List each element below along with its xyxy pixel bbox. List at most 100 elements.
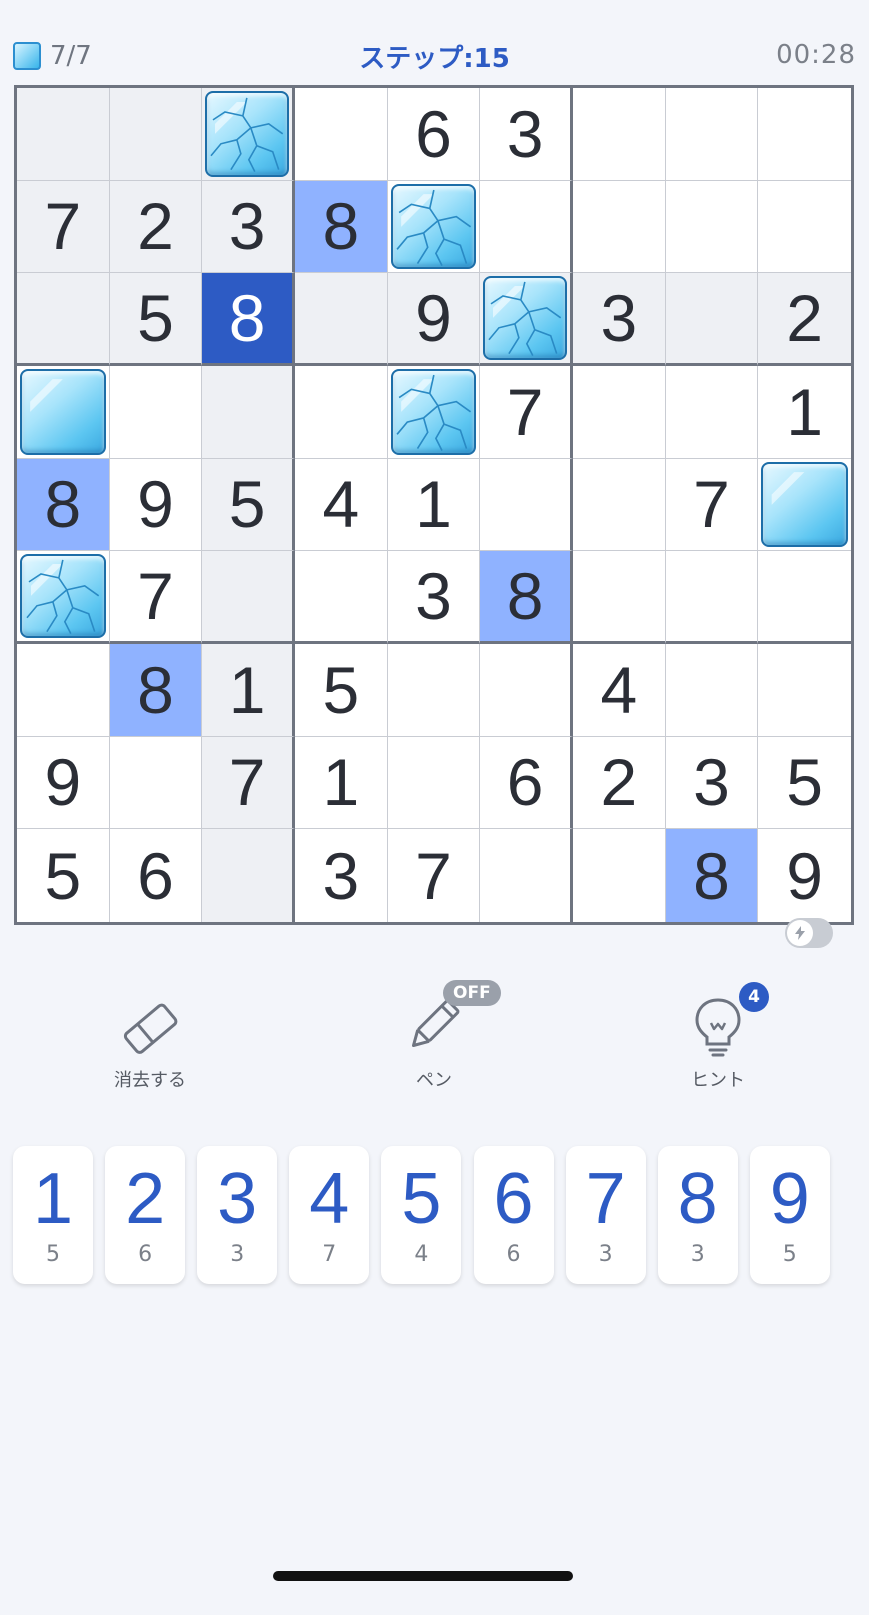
board-cell[interactable]: 3: [665, 736, 759, 830]
board-cell[interactable]: 3: [480, 88, 573, 181]
board-cell[interactable]: 3: [387, 551, 481, 644]
digit-key-5[interactable]: 54: [381, 1146, 462, 1284]
erase-button[interactable]: 消去する: [80, 990, 220, 1092]
digit-key-6[interactable]: 66: [473, 1146, 554, 1284]
board-cell[interactable]: 1: [758, 365, 851, 459]
board-cell[interactable]: 9: [109, 458, 203, 552]
board-cell[interactable]: 9: [17, 736, 110, 830]
board-cell[interactable]: 5: [202, 458, 295, 552]
board-cell[interactable]: [202, 829, 295, 922]
board-cell[interactable]: [758, 88, 851, 181]
board-cell[interactable]: 2: [109, 180, 203, 274]
board-cell[interactable]: [572, 180, 666, 274]
board-cell[interactable]: 8: [202, 273, 295, 366]
board-cell[interactable]: 7: [17, 180, 110, 274]
board-cell[interactable]: [109, 88, 203, 181]
board-cell[interactable]: [665, 551, 759, 644]
cracked-ice-block: [205, 91, 289, 177]
board-cell[interactable]: 8: [294, 180, 388, 274]
hint-button[interactable]: 4 ヒント: [648, 982, 788, 1092]
board-cell[interactable]: [665, 273, 759, 366]
board-cell[interactable]: 5: [109, 273, 203, 366]
digit-key-7[interactable]: 73: [565, 1146, 646, 1284]
board-cell[interactable]: [572, 458, 666, 552]
cell-digit: 1: [786, 374, 824, 449]
cell-digit: 5: [786, 745, 824, 820]
digit-key-4[interactable]: 47: [289, 1146, 370, 1284]
board-cell[interactable]: [758, 643, 851, 737]
board-cell[interactable]: 2: [572, 736, 666, 830]
board-cell[interactable]: [665, 88, 759, 181]
board-cell[interactable]: [758, 458, 851, 552]
board-cell[interactable]: [480, 829, 573, 922]
board-cell[interactable]: 4: [294, 458, 388, 552]
board-cell[interactable]: 8: [665, 829, 759, 922]
digit-key-2[interactable]: 26: [105, 1146, 186, 1284]
board-cell[interactable]: [572, 551, 666, 644]
digit-key-9[interactable]: 95: [749, 1146, 830, 1284]
board-cell[interactable]: 2: [758, 273, 851, 366]
board-cell[interactable]: [17, 551, 110, 644]
board-cell[interactable]: [480, 180, 573, 274]
board-cell[interactable]: [294, 551, 388, 644]
board-cell[interactable]: [202, 551, 295, 644]
board-cell[interactable]: 1: [294, 736, 388, 830]
board-cell[interactable]: [109, 365, 203, 459]
board-cell[interactable]: 3: [294, 829, 388, 922]
board-cell[interactable]: [387, 180, 481, 274]
pencil-icon: OFF: [399, 980, 501, 1060]
board-cell[interactable]: 1: [202, 643, 295, 737]
board-cell[interactable]: [17, 88, 110, 181]
board-cell[interactable]: 8: [109, 643, 203, 737]
board-cell[interactable]: 8: [17, 458, 110, 552]
board-cell[interactable]: [480, 273, 573, 366]
board-cell[interactable]: [480, 643, 573, 737]
board-cell[interactable]: [387, 643, 481, 737]
board-cell[interactable]: 7: [665, 458, 759, 552]
board-cell[interactable]: [665, 643, 759, 737]
board-cell[interactable]: [480, 458, 573, 552]
board-cell[interactable]: 7: [480, 365, 573, 459]
pen-button[interactable]: OFF ペン: [364, 980, 504, 1092]
board-cell[interactable]: 9: [758, 829, 851, 922]
board-cell[interactable]: [17, 643, 110, 737]
board-cell[interactable]: 7: [387, 829, 481, 922]
board-cell[interactable]: [17, 273, 110, 366]
board-cell[interactable]: [202, 365, 295, 459]
board-cell[interactable]: 6: [109, 829, 203, 922]
board-cell[interactable]: [572, 88, 666, 181]
boost-toggle[interactable]: [785, 918, 833, 948]
board-cell[interactable]: 7: [109, 551, 203, 644]
board-cell[interactable]: 7: [202, 736, 295, 830]
board-cell[interactable]: [665, 180, 759, 274]
board-cell[interactable]: 1: [387, 458, 481, 552]
digit-key-1[interactable]: 15: [13, 1146, 93, 1284]
board-cell[interactable]: [294, 365, 388, 459]
board-cell[interactable]: 5: [17, 829, 110, 922]
board-cell[interactable]: [758, 551, 851, 644]
board-cell[interactable]: [665, 365, 759, 459]
digit-key-3[interactable]: 33: [197, 1146, 278, 1284]
board-cell[interactable]: [572, 365, 666, 459]
board-cell[interactable]: [202, 88, 295, 181]
board-cell[interactable]: 8: [480, 551, 573, 644]
board-cell[interactable]: [758, 180, 851, 274]
board-cell[interactable]: 9: [387, 273, 481, 366]
hint-count-badge: 4: [739, 982, 769, 1012]
board-cell[interactable]: [572, 829, 666, 922]
board-cell[interactable]: 6: [480, 736, 573, 830]
home-indicator[interactable]: [273, 1571, 573, 1581]
board-cell[interactable]: 3: [572, 273, 666, 366]
board-cell[interactable]: [294, 88, 388, 181]
board-cell[interactable]: [17, 365, 110, 459]
board-cell[interactable]: [387, 736, 481, 830]
board-cell[interactable]: [294, 273, 388, 366]
board-cell[interactable]: [109, 736, 203, 830]
board-cell[interactable]: 5: [294, 643, 388, 737]
board-cell[interactable]: 4: [572, 643, 666, 737]
board-cell[interactable]: 6: [387, 88, 481, 181]
board-cell[interactable]: 5: [758, 736, 851, 830]
digit-key-8[interactable]: 83: [657, 1146, 738, 1284]
board-cell[interactable]: 3: [202, 180, 295, 274]
board-cell[interactable]: [387, 365, 481, 459]
